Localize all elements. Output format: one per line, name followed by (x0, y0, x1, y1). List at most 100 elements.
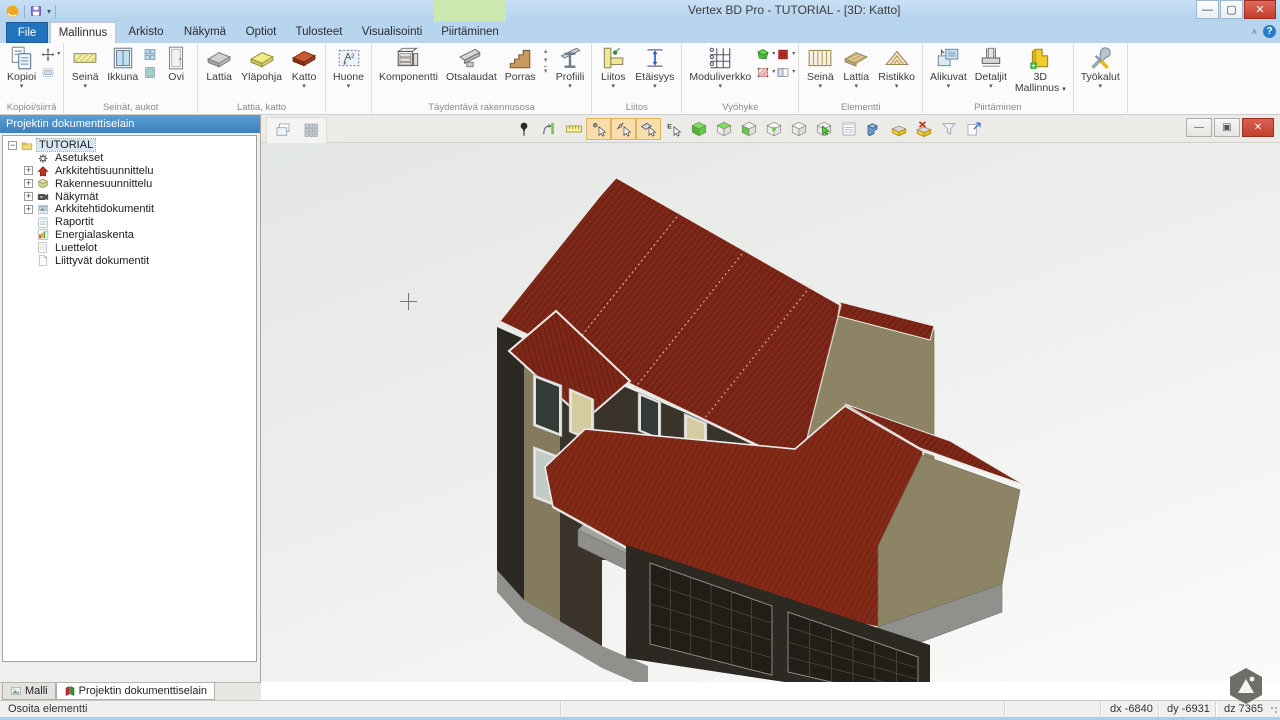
ribbon-button-lattia[interactable]: Lattia▾ (838, 44, 874, 91)
subpics-icon (934, 45, 962, 71)
tree-expander-icon[interactable]: + (24, 179, 33, 188)
ribbon-button-ikkuna[interactable]: Ikkuna (103, 44, 142, 84)
vp-tool-cubeframe[interactable] (761, 118, 786, 140)
ribbon-small-zonered[interactable]: ▾ (775, 47, 795, 62)
save-icon[interactable] (29, 4, 43, 18)
tab-optiot[interactable]: Optiot (236, 22, 286, 43)
vp-tool-drawerx[interactable] (911, 118, 936, 140)
ribbon-small-windowsmall[interactable] (142, 65, 158, 80)
doc-minimize-button[interactable]: — (1186, 118, 1212, 137)
panel-tab-projektin-dokumenttiselain[interactable]: Projektin dokumenttiselain (56, 683, 215, 700)
ribbon-small-grid4[interactable] (142, 47, 158, 62)
tree-item-n-kym-t[interactable]: +Näkymät (3, 190, 256, 203)
tab-arkisto[interactable]: Arkisto (118, 22, 174, 43)
vp-tool-export[interactable] (961, 118, 986, 140)
cubetop-icon (715, 120, 733, 138)
tree-item-label: Raportit (53, 216, 96, 228)
doc-close-button[interactable]: ✕ (1242, 118, 1274, 137)
tree-expander-icon[interactable]: + (24, 192, 33, 201)
tree-item-rakennesuunnittelu[interactable]: +Rakennesuunnittelu (3, 177, 256, 190)
tree-expander-icon[interactable]: + (24, 205, 33, 214)
ribbon-button-ty-kalut[interactable]: Työkalut▾ (1077, 44, 1124, 91)
details-icon (977, 45, 1005, 71)
ribbon-button-huone[interactable]: A²Huone▾ (329, 44, 368, 91)
vp-tool-cubegreen[interactable] (686, 118, 711, 140)
tab-visualisointi[interactable]: Visualisointi (352, 22, 432, 43)
vp-tool-list[interactable] (836, 118, 861, 140)
ribbon-small-zonegreen[interactable]: ▾ (755, 47, 775, 62)
resize-grip[interactable] (1270, 706, 1278, 714)
ribbon-button-profiili[interactable]: Profiili▾ (552, 44, 589, 91)
room-icon: A² (335, 45, 363, 71)
ribbon-button-porras[interactable]: Porras (501, 44, 540, 84)
tree-expander-icon[interactable]: − (8, 141, 17, 150)
ribbon-button-moduliverkko[interactable]: Moduliverkko▾ (685, 44, 755, 91)
vp-tool-cubewhite[interactable] (786, 118, 811, 140)
vp-tool-trace[interactable] (536, 118, 561, 140)
ribbon-small-move[interactable]: ▾ (40, 47, 60, 62)
ribbon-button-yl-pohja[interactable]: Yläpohja (237, 44, 286, 84)
lists-icon (36, 241, 50, 254)
tab-tulosteet[interactable]: Tulosteet (288, 22, 350, 43)
vp-tool-ruler[interactable] (561, 118, 586, 140)
3d-viewport[interactable]: E — ▣ ✕ (261, 115, 1280, 682)
ribbon-button-sein[interactable]: Seinä▾ (67, 44, 103, 91)
gallery-scroll[interactable]: ▴▾▾ (540, 44, 552, 75)
minimize-button[interactable]: — (1196, 0, 1219, 19)
vp-tool-snapface[interactable] (636, 118, 661, 140)
tree-item-liittyv-t-dokumentit[interactable]: Liittyvät dokumentit (3, 254, 256, 267)
panel-tab-malli[interactable]: Malli (2, 683, 56, 700)
ribbon-button-kopioi[interactable]: Kopioi▾ (3, 44, 40, 91)
qat-dropdown-icon[interactable]: ▾ (47, 7, 51, 16)
ribbon-collapse-icon[interactable]: ˄ (1252, 27, 1257, 37)
ribbon-button-otsalaudat[interactable]: Otsalaudat (442, 44, 501, 84)
tab-mallinnus[interactable]: Mallinnus (50, 22, 116, 43)
ribbon-small-zonehatch[interactable]: ▾ (755, 65, 775, 80)
vp-tool-gridpanel[interactable] (298, 119, 323, 141)
vp-tool-snappoint[interactable] (586, 118, 611, 140)
tree-item-asetukset[interactable]: Asetukset (3, 152, 256, 165)
ribbon-button-detaljit[interactable]: Detaljit▾ (971, 44, 1011, 91)
ribbon-button-3d-mallinnus[interactable]: 3DMallinnus ▾ (1011, 44, 1070, 96)
ribbon-group-kopioi-siirr: Kopioi▾▾Kopioi/siirrä (0, 43, 64, 113)
help-icon[interactable]: ? (1263, 25, 1276, 38)
ribbon-button-liitos[interactable]: Liitos▾ (595, 44, 631, 91)
ribbon-small-zonesplit[interactable]: ▾ (775, 65, 795, 80)
contextual-tab-marker (434, 0, 506, 22)
vp-tool-snapline[interactable] (611, 118, 636, 140)
nav-cube-widget[interactable] (1226, 666, 1266, 706)
tree-item-tutorial[interactable]: −TUTORIAL (3, 139, 256, 152)
ribbon-small-frame[interactable] (40, 65, 60, 80)
vp-tool-part3d[interactable] (861, 118, 886, 140)
vp-tool-cubefront[interactable] (736, 118, 761, 140)
vp-tool-drawer[interactable] (886, 118, 911, 140)
ribbon-button-lattia[interactable]: Lattia (201, 44, 237, 84)
ribbon-button-ovi[interactable]: Ovi (158, 44, 194, 84)
vp-tool-funnel[interactable] (936, 118, 961, 140)
tab-piirt-minen[interactable]: Piirtäminen (434, 22, 506, 43)
tree-item-arkkitehtisuunnittelu[interactable]: +Arkkitehtisuunnittelu (3, 165, 256, 178)
project-tree: −TUTORIALAsetukset+Arkkitehtisuunnittelu… (2, 135, 257, 662)
ribbon-button-ristikko[interactable]: Ristikko▾ (874, 44, 919, 91)
vp-tool-snapE[interactable]: E (661, 118, 686, 140)
ribbon-button-katto[interactable]: Katto▾ (286, 44, 322, 91)
vp-tool-cascade[interactable] (270, 119, 295, 141)
tree-item-energialaskenta[interactable]: Energialaskenta (3, 229, 256, 242)
ribbon-button-sein[interactable]: Seinä▾ (802, 44, 838, 91)
vp-tool-cubetop[interactable] (711, 118, 736, 140)
tree-item-arkkitehtidokumentit[interactable]: +Arkkitehtidokumentit (3, 203, 256, 216)
tree-expander-icon[interactable]: + (24, 166, 33, 175)
ribbon-button-alikuvat[interactable]: Alikuvat▾ (926, 44, 971, 91)
close-button[interactable]: ✕ (1244, 0, 1276, 19)
tab-n-kym[interactable]: Näkymä (176, 22, 234, 43)
ribbon-button-et-isyys[interactable]: Etäisyys▾ (631, 44, 678, 91)
tree-item-luettelot[interactable]: Luettelot (3, 241, 256, 254)
vp-tool-pin[interactable] (511, 118, 536, 140)
ribbon-button-komponentti[interactable]: Komponentti (375, 44, 442, 84)
zonesplit-icon (775, 65, 791, 80)
vp-tool-cubeselect[interactable] (811, 118, 836, 140)
maximize-button[interactable]: ▢ (1220, 0, 1243, 19)
tree-item-raportit[interactable]: Raportit (3, 216, 256, 229)
tab-file[interactable]: File (6, 22, 48, 43)
doc-restore-button[interactable]: ▣ (1214, 118, 1240, 137)
